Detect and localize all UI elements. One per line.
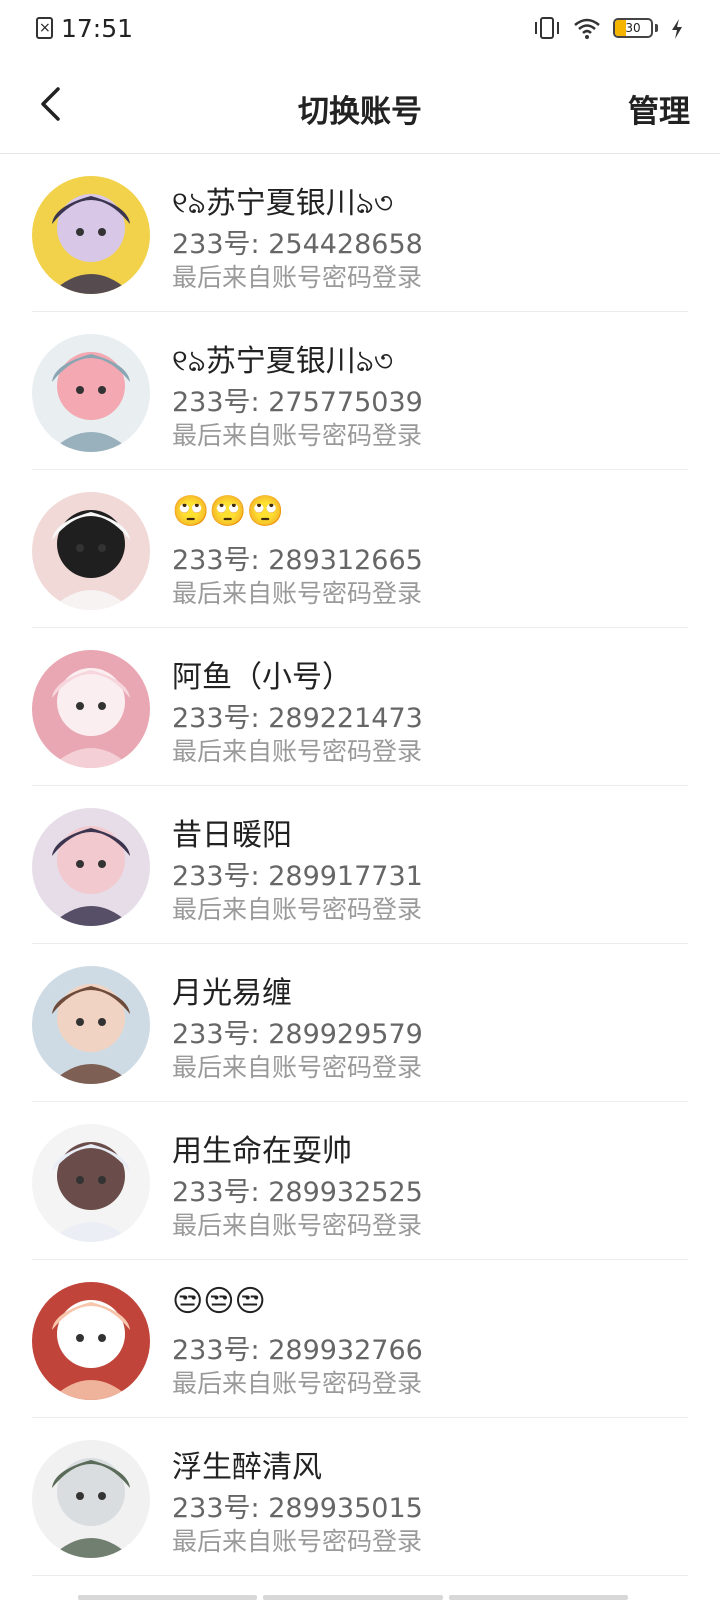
account-list: ୧ঌ苏宁夏银川ঌ৩ 233号: 254428658 最后来自账号密码登录 ୧ঌ苏宁夏银… xyxy=(0,154,720,1576)
manage-button[interactable]: 管理 xyxy=(628,86,690,131)
account-id: 233号: 289929579 xyxy=(172,1019,423,1050)
last-login-hint: 最后来自账号密码登录 xyxy=(172,1527,423,1556)
avatar xyxy=(32,492,150,610)
account-nickname: 昔日暖阳 xyxy=(172,818,292,853)
status-right: 30 xyxy=(533,16,684,40)
last-login-hint: 最后来自账号密码登录 xyxy=(172,1369,423,1398)
account-item[interactable]: 浮生醉清风 233号: 289935015 最后来自账号密码登录 xyxy=(32,1418,688,1576)
avatar xyxy=(32,966,150,1084)
account-item[interactable]: 阿鱼（小号） 233号: 289221473 最后来自账号密码登录 xyxy=(32,628,688,786)
gesture-bar-segment xyxy=(263,1595,443,1600)
account-id: 233号: 289221473 xyxy=(172,703,423,734)
app-header: 切换账号 管理 xyxy=(0,56,720,154)
account-id: 233号: 289935015 xyxy=(172,1493,423,1524)
last-login-hint: 最后来自账号密码登录 xyxy=(172,737,423,766)
account-item[interactable]: 😒😒😒 233号: 289932766 最后来自账号密码登录 xyxy=(32,1260,688,1418)
account-item[interactable]: ୧ঌ苏宁夏银川ঌ৩ 233号: 275775039 最后来自账号密码登录 xyxy=(32,312,688,470)
status-bar: 17:51 30 xyxy=(0,0,720,56)
account-item[interactable]: 月光易缠 233号: 289929579 最后来自账号密码登录 xyxy=(32,944,688,1102)
wifi-icon xyxy=(573,16,601,40)
sim-missing-icon xyxy=(36,17,53,39)
status-left: 17:51 xyxy=(36,14,133,43)
avatar xyxy=(32,650,150,768)
avatar xyxy=(32,1124,150,1242)
gesture-bar xyxy=(78,1595,628,1600)
account-id: 233号: 289917731 xyxy=(172,861,423,892)
battery-level: 30 xyxy=(625,21,641,35)
avatar xyxy=(32,176,150,294)
account-id: 233号: 289312665 xyxy=(172,545,423,576)
gesture-bar-segment xyxy=(448,1595,628,1600)
account-item[interactable]: 昔日暖阳 233号: 289917731 最后来自账号密码登录 xyxy=(32,786,688,944)
battery-tip xyxy=(655,24,658,32)
last-login-hint: 最后来自账号密码登录 xyxy=(172,421,423,450)
account-nickname: 阿鱼（小号） xyxy=(172,660,352,695)
account-id: 233号: 289932525 xyxy=(172,1177,423,1208)
account-nickname: 浮生醉清风 xyxy=(172,1450,322,1485)
last-login-hint: 最后来自账号密码登录 xyxy=(172,263,423,292)
account-nickname: 用生命在耍帅 xyxy=(172,1134,352,1169)
account-item[interactable]: 用生命在耍帅 233号: 289932525 最后来自账号密码登录 xyxy=(32,1102,688,1260)
charging-icon xyxy=(670,17,684,39)
gesture-bar-segment xyxy=(78,1595,258,1600)
vibrate-icon xyxy=(533,16,561,40)
avatar xyxy=(32,334,150,452)
account-nickname: 🙄🙄🙄 xyxy=(172,494,285,529)
battery-fill xyxy=(615,20,626,36)
page-title: 切换账号 xyxy=(298,94,422,130)
status-time: 17:51 xyxy=(61,13,134,43)
last-login-hint: 最后来自账号密码登录 xyxy=(172,579,423,608)
last-login-hint: 最后来自账号密码登录 xyxy=(172,895,423,924)
avatar xyxy=(32,1440,150,1558)
account-id: 233号: 289932766 xyxy=(172,1335,423,1366)
account-item[interactable]: 🙄🙄🙄 233号: 289312665 最后来自账号密码登录 xyxy=(32,470,688,628)
last-login-hint: 最后来自账号密码登录 xyxy=(172,1053,423,1082)
battery-icon: 30 xyxy=(613,18,653,38)
account-item[interactable]: ୧ঌ苏宁夏银川ঌ৩ 233号: 254428658 最后来自账号密码登录 xyxy=(32,154,688,312)
last-login-hint: 最后来自账号密码登录 xyxy=(172,1211,423,1240)
avatar xyxy=(32,808,150,926)
avatar xyxy=(32,1282,150,1400)
account-nickname: 月光易缠 xyxy=(172,976,292,1011)
account-nickname: 😒😒😒 xyxy=(172,1284,266,1319)
account-id: 233号: 275775039 xyxy=(172,387,423,418)
account-id: 233号: 254428658 xyxy=(172,229,423,260)
